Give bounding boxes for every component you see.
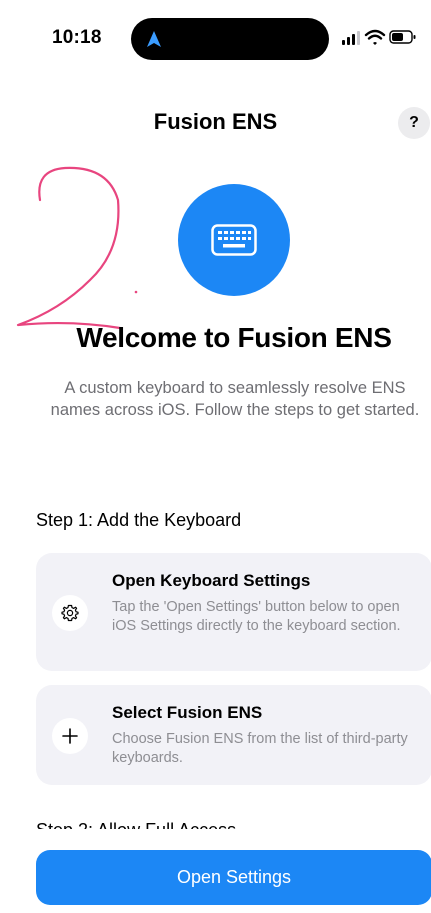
help-button[interactable]: ? [398,107,430,139]
step-card-icon-circle [52,718,88,754]
handwritten-annotation-2 [16,166,138,330]
step-2-heading: Step 2: Allow Full Access [36,820,236,829]
step-card-description: Choose Fusion ENS from the list of third… [112,731,408,766]
hero-keyboard-badge [178,184,290,296]
step-card-icon-circle [52,595,88,631]
step-1-heading: Step 1: Add the Keyboard [36,510,242,530]
status-bar: 10:18 [0,0,431,70]
step-card-title: Open Keyboard Settings [112,571,311,590]
battery-icon [389,30,416,44]
step-card-select-fusion-ens: Select Fusion ENS Choose Fusion ENS from… [36,685,431,785]
dynamic-island [131,18,329,60]
page-title: Fusion ENS [153,109,278,134]
plus-icon [62,728,78,744]
welcome-title: Welcome to Fusion ENS [76,322,392,353]
keyboard-icon [211,224,257,256]
open-settings-button[interactable]: Open Settings [36,850,431,905]
location-arrow-icon [147,31,161,47]
signal-icon [342,31,360,45]
step-card-title: Select Fusion ENS [112,703,263,722]
status-icons [342,29,416,45]
step-card-description: Tap the 'Open Settings' button below to … [112,599,401,634]
wifi-icon [364,29,386,45]
step-card-open-keyboard-settings: Open Keyboard Settings Tap the 'Open Set… [36,553,431,671]
gear-icon [61,604,79,622]
status-time: 10:18 [52,27,102,48]
welcome-description: A custom keyboard to seamlessly resolve … [50,379,420,419]
